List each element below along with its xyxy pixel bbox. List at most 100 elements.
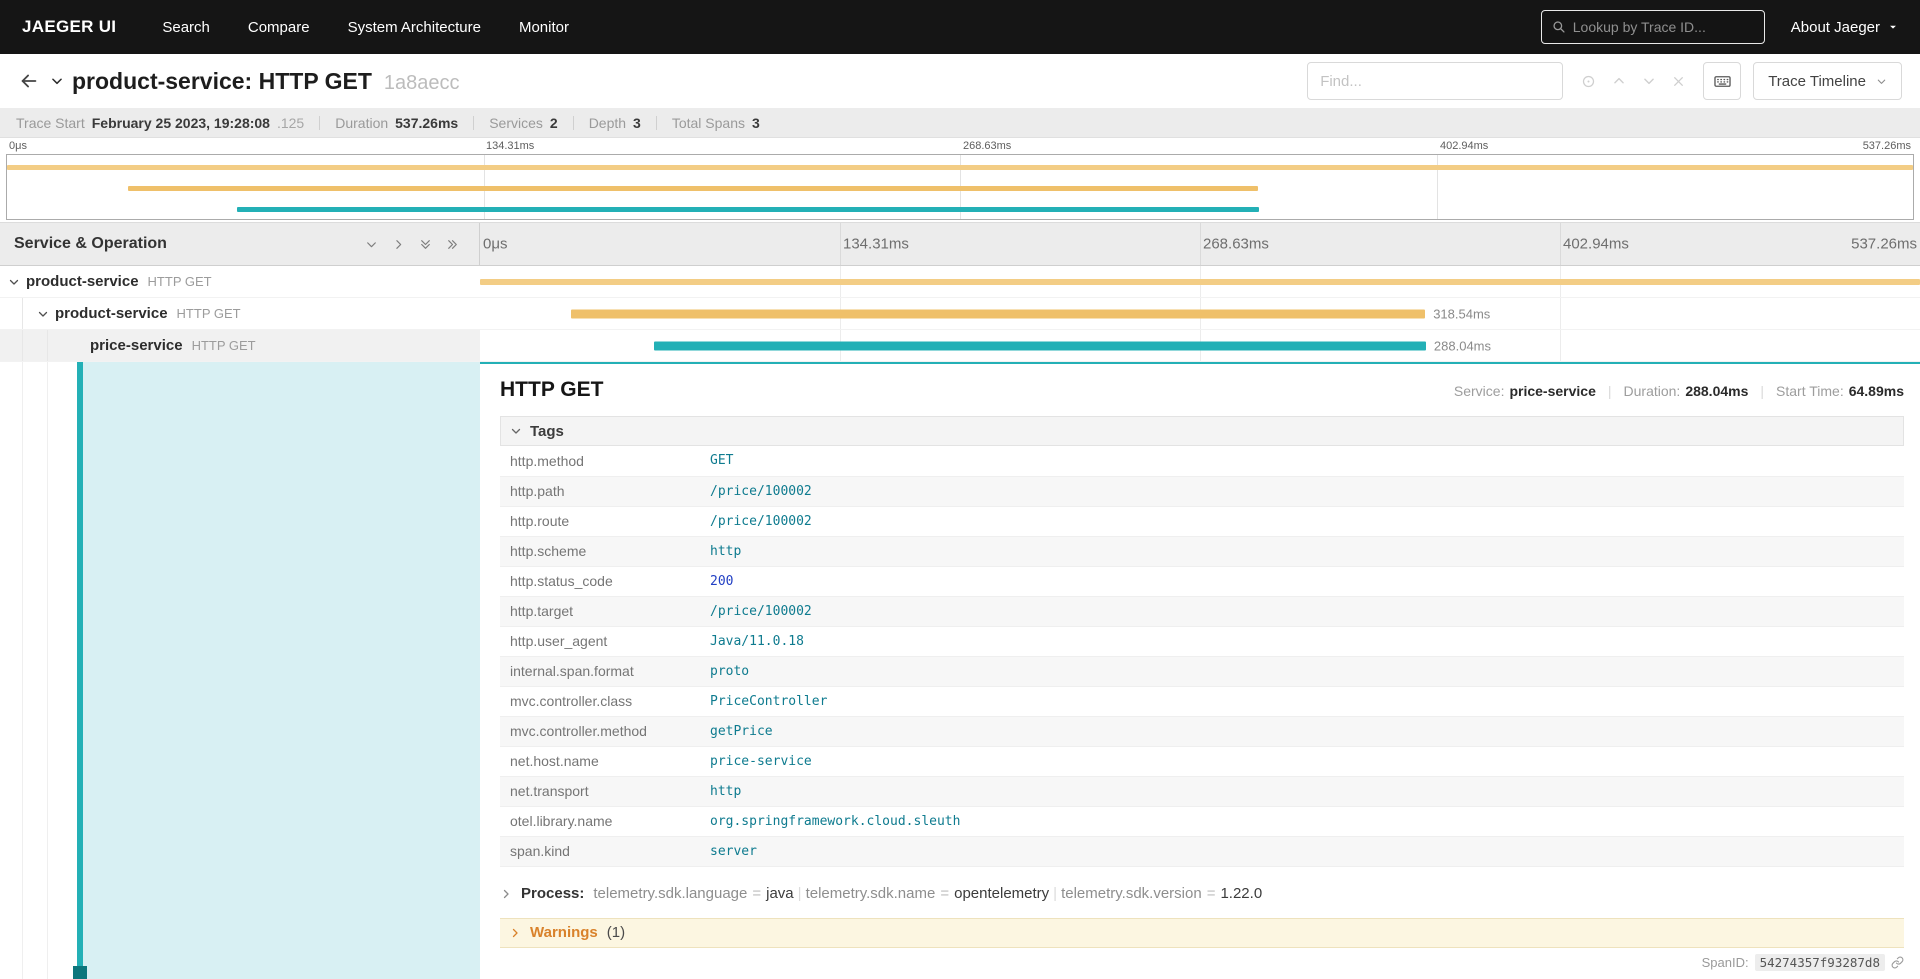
- chevron-right-icon: [509, 927, 521, 939]
- tag-row: span.kind server: [500, 836, 1904, 867]
- tag-value: server: [710, 843, 757, 859]
- back-button[interactable]: [18, 70, 40, 92]
- warnings-count: (1): [606, 924, 626, 941]
- meta-label: Start Time:: [1776, 383, 1844, 399]
- equals-sign: =: [1206, 885, 1216, 902]
- span-service-name: price-service: [90, 337, 183, 354]
- process-accordion-header[interactable]: Process: telemetry.sdk.language = java | tel…: [500, 881, 1904, 907]
- nav-item-monitor[interactable]: Monitor: [519, 19, 569, 36]
- tag-row: http.target/price/100002: [500, 596, 1904, 627]
- chevron-down-icon[interactable]: [8, 276, 20, 288]
- summary-label: Trace Start: [16, 114, 85, 131]
- tag-value-cell: 200: [700, 566, 1904, 597]
- span-row[interactable]: product-service HTTP GET 318.54ms: [0, 298, 1920, 330]
- tag-value-cell: http: [700, 776, 1904, 807]
- copy-link-icon[interactable]: [1891, 956, 1904, 969]
- tag-key: internal.span.format: [500, 656, 700, 687]
- keyboard-shortcuts-button[interactable]: [1703, 62, 1742, 100]
- tag-value: /price/100002: [710, 513, 812, 529]
- process-label: Process:: [521, 885, 585, 902]
- process-value: opentelemetry: [954, 885, 1050, 902]
- summary-value: 3: [633, 114, 641, 131]
- find-controls: [1581, 74, 1685, 89]
- ruler-gridline: [1200, 223, 1201, 265]
- span-detail-panel: HTTP GET Service: price-service | Duration:…: [480, 362, 1920, 979]
- detail-meta-item: Service: price-service: [1454, 383, 1596, 399]
- ruler-tick: 402.94ms: [1440, 140, 1489, 152]
- span-duration-bar[interactable]: [653, 341, 1426, 350]
- find-input[interactable]: [1307, 62, 1564, 100]
- minimap-span-bar: [7, 165, 1913, 170]
- meta-value: 288.04ms: [1685, 383, 1749, 399]
- nav-item-system-architecture[interactable]: System Architecture: [348, 19, 481, 36]
- span-row[interactable]: price-service HTTP GET 288.04ms: [0, 330, 1920, 362]
- tag-value-cell: server: [700, 836, 1904, 867]
- span-duration-bar[interactable]: [571, 309, 1426, 318]
- about-jaeger-menu[interactable]: About Jaeger: [1791, 19, 1898, 36]
- app-logo[interactable]: JAEGER UI: [22, 17, 116, 37]
- close-icon[interactable]: [1672, 75, 1685, 88]
- divider: |: [1053, 885, 1058, 902]
- tag-value: Java/11.0.18: [710, 633, 804, 649]
- ruler-tick: 537.26ms: [1862, 140, 1911, 152]
- summary-value-muted: .125: [276, 114, 305, 131]
- collapse-all-button[interactable]: [446, 238, 459, 251]
- tags-header-label: Tags: [530, 422, 564, 440]
- chevron-up-icon[interactable]: [1612, 74, 1626, 88]
- nav-item-search[interactable]: Search: [162, 19, 210, 36]
- chevron-down-icon: [1888, 22, 1898, 32]
- trace-summary-item: Services 2: [489, 115, 557, 131]
- divider: [655, 115, 657, 130]
- tag-value-cell: /price/100002: [700, 596, 1904, 627]
- trace-toolbar: Trace Timeline: [1307, 62, 1902, 100]
- summary-value: 2: [549, 114, 558, 131]
- span-duration-label: 288.04ms: [1433, 338, 1492, 353]
- tag-value-cell: price-service: [700, 746, 1904, 777]
- chevron-down-icon[interactable]: [1642, 74, 1656, 88]
- tag-value: org.springframework.cloud.sleuth: [710, 813, 961, 829]
- timeline-header-left: Service & Operation: [0, 223, 480, 265]
- ruler-tick: 134.31ms: [486, 140, 535, 152]
- trace-summary-item: Trace Start February 25 2023, 19:28:08 .12…: [16, 115, 304, 131]
- jaeger-trace-page: JAEGER UI Search Compare System Architectu…: [0, 0, 1920, 979]
- nav-item-compare[interactable]: Compare: [248, 19, 310, 36]
- expand-all-button[interactable]: [419, 238, 432, 251]
- trace-lookup-input[interactable]: [1572, 19, 1754, 35]
- tags-accordion-header[interactable]: Tags: [500, 416, 1904, 446]
- tag-key: http.route: [500, 506, 700, 537]
- detail-meta-item: Duration: 288.04ms: [1624, 383, 1749, 399]
- minimap-viewport[interactable]: [6, 154, 1914, 220]
- main-menu: Search Compare System Architecture Monitor: [162, 19, 569, 36]
- focus-match-icon[interactable]: [1581, 74, 1596, 89]
- tag-value-cell: Java/11.0.18: [700, 626, 1904, 657]
- expand-one-button[interactable]: [365, 238, 378, 251]
- tag-value: GET: [710, 453, 734, 469]
- span-duration-label: 318.54ms: [1433, 306, 1491, 321]
- span-id-value: 54274357f93287d8: [1754, 954, 1885, 971]
- tag-key: http.user_agent: [500, 626, 700, 657]
- chevron-down-icon: [365, 238, 378, 251]
- span-row[interactable]: product-service HTTP GET: [0, 266, 1920, 298]
- span-duration-bar[interactable]: [480, 278, 1920, 285]
- warnings-accordion-header[interactable]: Warnings (1): [500, 917, 1904, 948]
- tag-value: /price/100002: [710, 483, 812, 499]
- equals-sign: =: [940, 885, 950, 902]
- equals-sign: =: [752, 885, 762, 902]
- tags-table: http.method GET http.path/price/100002 http…: [500, 446, 1904, 867]
- chevron-down-icon[interactable]: [37, 308, 49, 320]
- span-operation-name: HTTP GET: [147, 274, 212, 289]
- trace-collapse-toggle[interactable]: [50, 74, 64, 88]
- span-detail-header: HTTP GET Service: price-service | Duration:…: [500, 378, 1904, 402]
- span-table: product-service HTTP GET product-service HT…: [0, 266, 1920, 362]
- tag-value-cell: GET: [700, 446, 1904, 477]
- tag-value: getPrice: [710, 723, 773, 739]
- summary-label: Duration: [335, 114, 389, 131]
- trace-view-selector[interactable]: Trace Timeline: [1753, 62, 1902, 100]
- trace-header: product-service: HTTP GET 1a8aecc Find..…: [0, 54, 1920, 108]
- indent-guide: [47, 330, 48, 361]
- span-detail-left-column: [0, 362, 480, 979]
- span-operation-name: HTTP GET: [176, 306, 241, 321]
- collapse-one-button[interactable]: [392, 238, 405, 251]
- tag-row: net.transport http: [500, 776, 1904, 807]
- warnings-label: Warnings: [530, 924, 598, 941]
